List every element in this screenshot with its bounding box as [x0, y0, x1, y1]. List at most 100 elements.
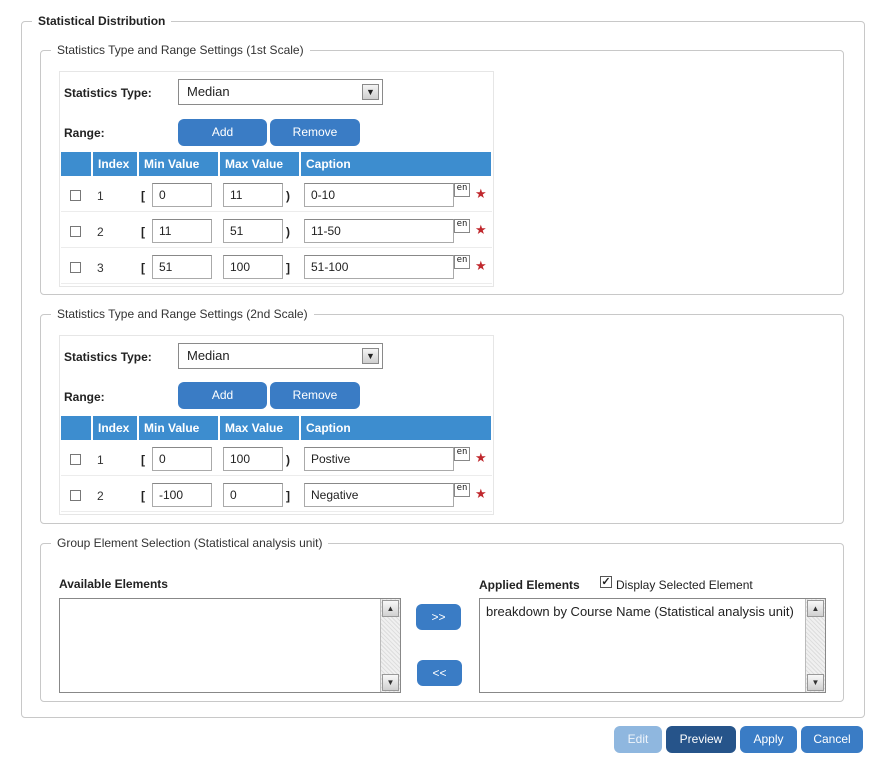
min-value-input[interactable]: -100 [152, 483, 212, 507]
scroll-up-icon[interactable]: ▲ [807, 600, 824, 617]
select-column-header [61, 152, 91, 176]
scale2-title: Statistics Type and Range Settings (2nd … [57, 307, 308, 321]
row-index: 1 [97, 453, 104, 467]
table-row: 1 [ 0 100 ) Postive en ★ [61, 440, 492, 476]
table-row: 1 [ 0 11 ) 0-10 en ★ [61, 176, 492, 212]
cancel-button[interactable]: Cancel [801, 726, 863, 753]
min-value-input[interactable]: 51 [152, 255, 212, 279]
open-bracket: [ [141, 261, 145, 275]
caption-input[interactable]: Postive [304, 447, 454, 471]
max-value-input[interactable]: 51 [223, 219, 283, 243]
required-star-icon: ★ [475, 186, 487, 201]
row-index: 3 [97, 261, 104, 275]
preview-button[interactable]: Preview [666, 726, 736, 753]
scale2-table-header: Index Min Value Max Value Caption [61, 416, 491, 440]
scale2-remove-button[interactable]: Remove [270, 382, 360, 409]
language-button[interactable]: en [454, 219, 470, 233]
table-row: 2 [ -100 0 ] Negative en ★ [61, 476, 492, 512]
scale2-range-label: Range: [64, 390, 105, 404]
applied-elements-list[interactable]: breakdown by Course Name (Statistical an… [479, 598, 826, 693]
header-min-value: Min Value [137, 152, 218, 176]
required-star-icon: ★ [475, 486, 487, 501]
caption-input[interactable]: Negative [304, 483, 454, 507]
scale2-add-button[interactable]: Add [178, 382, 267, 409]
caption-input[interactable]: 51-100 [304, 255, 454, 279]
max-value-input[interactable]: 0 [223, 483, 283, 507]
table-row: 3 [ 51 100 ] 51-100 en ★ [61, 248, 492, 284]
close-bracket: ] [286, 489, 290, 503]
scroll-up-icon[interactable]: ▲ [382, 600, 399, 617]
open-bracket: [ [141, 489, 145, 503]
required-star-icon: ★ [475, 450, 487, 465]
header-caption: Caption [299, 416, 491, 440]
language-button[interactable]: en [454, 183, 470, 197]
language-button[interactable]: en [454, 447, 470, 461]
min-value-input[interactable]: 0 [152, 447, 212, 471]
close-bracket: ] [286, 261, 290, 275]
open-bracket: [ [141, 189, 145, 203]
row-checkbox[interactable] [70, 490, 81, 501]
scale1-title: Statistics Type and Range Settings (1st … [57, 43, 304, 57]
scrollbar[interactable]: ▲ ▼ [805, 599, 825, 692]
row-checkbox[interactable] [70, 226, 81, 237]
available-elements-list[interactable]: ▲ ▼ [59, 598, 401, 693]
section-title: Statistical Distribution [38, 14, 166, 28]
min-value-input[interactable]: 11 [152, 219, 212, 243]
required-star-icon: ★ [475, 222, 487, 237]
scroll-down-icon[interactable]: ▼ [807, 674, 824, 691]
chevron-down-icon[interactable]: ▼ [362, 84, 379, 100]
row-checkbox[interactable] [70, 190, 81, 201]
max-value-input[interactable]: 100 [223, 447, 283, 471]
row-index: 2 [97, 489, 104, 503]
scale2-stat-label: Statistics Type: [64, 350, 152, 364]
row-index: 2 [97, 225, 104, 239]
scale1-table-header: Index Min Value Max Value Caption [61, 152, 491, 176]
table-row: 2 [ 11 51 ) 11-50 en ★ [61, 212, 492, 248]
chevron-down-icon[interactable]: ▼ [362, 348, 379, 364]
open-bracket: [ [141, 225, 145, 239]
caption-input[interactable]: 0-10 [304, 183, 454, 207]
available-elements-label: Available Elements [59, 577, 168, 591]
move-right-button[interactable]: >> [416, 604, 461, 630]
scale1-stat-select[interactable]: Median ▼ [178, 79, 383, 105]
language-button[interactable]: en [454, 483, 470, 497]
language-button[interactable]: en [454, 255, 470, 269]
apply-button[interactable]: Apply [740, 726, 797, 753]
row-checkbox[interactable] [70, 262, 81, 273]
scrollbar[interactable]: ▲ ▼ [380, 599, 400, 692]
max-value-input[interactable]: 100 [223, 255, 283, 279]
list-item[interactable]: breakdown by Course Name (Statistical an… [486, 604, 794, 619]
close-bracket: ) [286, 225, 290, 239]
checkmark-icon: ✓ [601, 576, 611, 588]
scale2-table: Index Min Value Max Value Caption 1 [ 0 … [61, 416, 492, 514]
select-column-header [61, 416, 91, 440]
max-value-input[interactable]: 11 [223, 183, 283, 207]
header-max-value: Max Value [218, 152, 299, 176]
scale1-stat-label: Statistics Type: [64, 86, 152, 100]
open-bracket: [ [141, 453, 145, 467]
scale2-stat-value: Median [187, 348, 230, 363]
display-selected-label: Display Selected Element [616, 578, 753, 592]
close-bracket: ) [286, 189, 290, 203]
scale1-table: Index Min Value Max Value Caption 1 [ 0 … [61, 152, 492, 286]
row-index: 1 [97, 189, 104, 203]
required-star-icon: ★ [475, 258, 487, 273]
scale2-stat-select[interactable]: Median ▼ [178, 343, 383, 369]
scroll-down-icon[interactable]: ▼ [382, 674, 399, 691]
scale1-stat-value: Median [187, 84, 230, 99]
display-selected-checkbox[interactable]: ✓ [600, 576, 612, 588]
applied-elements-label: Applied Elements [479, 578, 580, 592]
scale1-range-label: Range: [64, 126, 105, 140]
close-bracket: ) [286, 453, 290, 467]
edit-button[interactable]: Edit [614, 726, 662, 753]
scale1-add-button[interactable]: Add [178, 119, 267, 146]
move-left-button[interactable]: << [417, 660, 462, 686]
header-index: Index [91, 152, 137, 176]
group-title: Group Element Selection (Statistical ana… [57, 536, 323, 550]
header-index: Index [91, 416, 137, 440]
caption-input[interactable]: 11-50 [304, 219, 454, 243]
scale1-remove-button[interactable]: Remove [270, 119, 360, 146]
min-value-input[interactable]: 0 [152, 183, 212, 207]
header-min-value: Min Value [137, 416, 218, 440]
row-checkbox[interactable] [70, 454, 81, 465]
